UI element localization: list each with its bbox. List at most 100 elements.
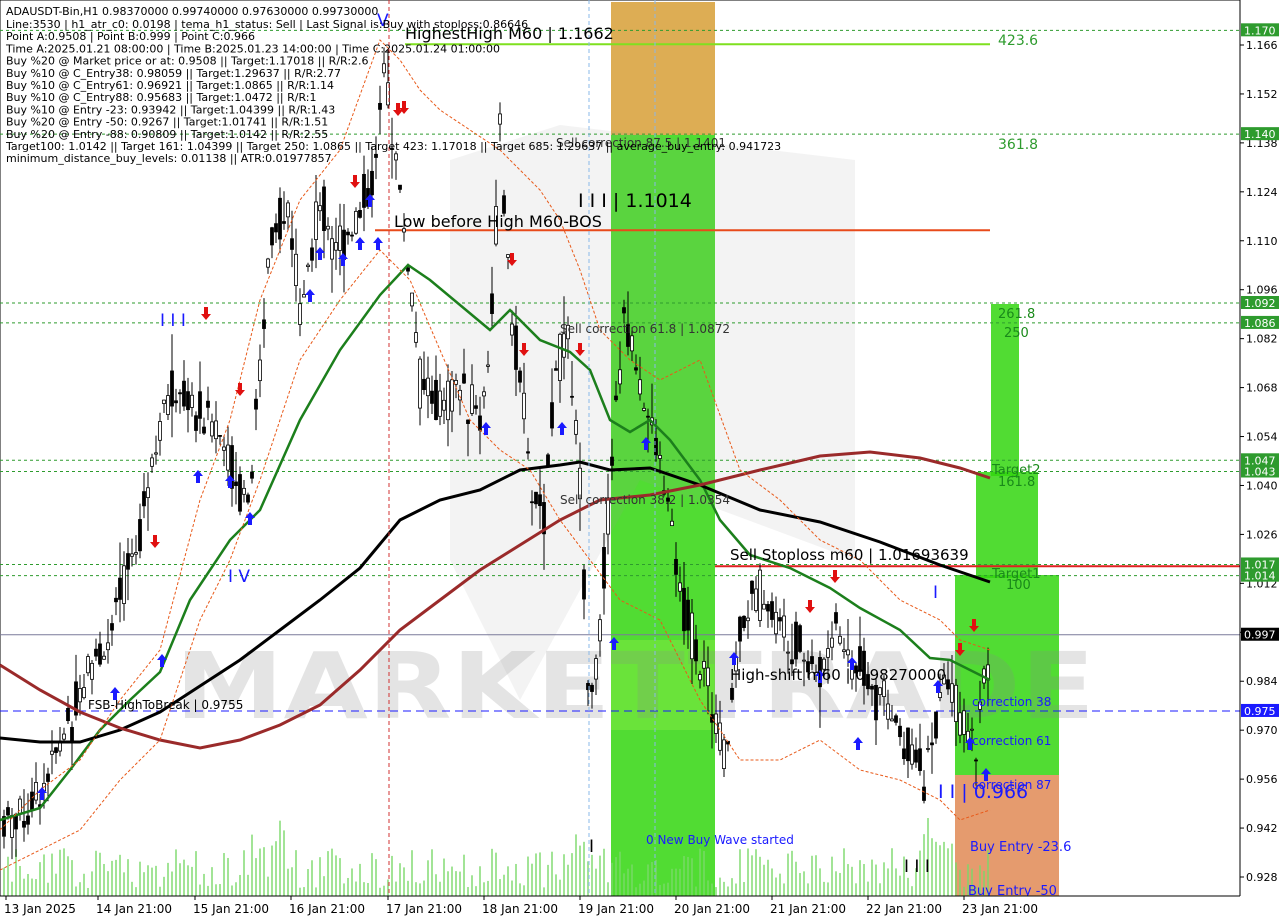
candle-body xyxy=(458,389,462,401)
volume-bar xyxy=(747,848,749,896)
candle-body xyxy=(174,400,178,404)
candle-body xyxy=(410,292,414,307)
volume-bar xyxy=(203,873,205,896)
volume-bar xyxy=(835,871,837,896)
candle-body xyxy=(686,599,690,631)
volume-bar xyxy=(819,868,821,896)
volume-bar xyxy=(95,850,97,896)
price-chart[interactable]: MARKETTRADE HighestHigh M60 | 1.1662 423… xyxy=(0,0,1280,920)
candle-body xyxy=(886,703,890,720)
volume-bar xyxy=(47,882,49,896)
candle-body xyxy=(330,238,334,260)
candle-body xyxy=(450,379,454,412)
volume-bar xyxy=(575,834,577,896)
volume-bar xyxy=(763,864,765,896)
candle-body xyxy=(398,184,402,190)
candle-body xyxy=(918,748,922,771)
volume-bar xyxy=(271,845,273,896)
candle-body xyxy=(126,553,130,570)
volume-bar xyxy=(303,887,305,896)
volume-bar xyxy=(3,867,5,896)
volume-bar xyxy=(263,847,265,896)
volume-bar xyxy=(527,856,529,896)
volume-bar xyxy=(511,880,513,896)
volume-bar xyxy=(87,887,89,896)
volume-bar xyxy=(539,852,541,896)
candle-body xyxy=(738,616,742,642)
info-line: Line:3530 | h1_atr_c0: 0.0198 | tema_h1_… xyxy=(6,18,528,31)
price-badge-label: 0.975 xyxy=(1244,705,1276,718)
candle-body xyxy=(646,415,650,418)
candle-body xyxy=(50,750,54,755)
chart-window[interactable]: MARKETTRADE HighestHigh M60 | 1.1662 423… xyxy=(0,0,1280,920)
price-tick-label: 0.942 xyxy=(1246,822,1278,835)
candle-body xyxy=(974,759,978,762)
candle-body xyxy=(446,380,450,421)
candle-body xyxy=(970,728,974,731)
time-tick-label: 18 Jan 21:00 xyxy=(482,902,558,916)
volume-bar xyxy=(35,879,37,896)
volume-bar xyxy=(411,850,413,896)
volume-bar xyxy=(771,868,773,896)
info-line: Buy %10 @ C_Entry61: 0.96921 || Target:1… xyxy=(6,79,334,92)
volume-bar xyxy=(623,873,625,896)
candle-body xyxy=(518,370,522,383)
candle-body xyxy=(134,552,138,555)
candle-body xyxy=(706,667,710,687)
volume-bar xyxy=(215,884,217,896)
volume-bar xyxy=(239,874,241,896)
candle-body xyxy=(414,332,418,343)
candle-body xyxy=(258,359,262,382)
candle-body xyxy=(654,437,658,456)
volume-bar xyxy=(463,854,465,896)
correction-61-label: correction 61 xyxy=(972,734,1051,748)
volume-bar xyxy=(59,849,61,896)
candle-body xyxy=(550,402,554,429)
volume-bar xyxy=(731,878,733,896)
volume-bar xyxy=(299,887,301,896)
volume-bar xyxy=(295,850,297,896)
candle-body xyxy=(958,712,962,736)
volume-bar xyxy=(31,878,33,896)
volume-bar xyxy=(147,865,149,896)
candle-body xyxy=(638,379,642,395)
volume-bar xyxy=(39,862,41,896)
candle-body xyxy=(310,247,314,261)
candle-body xyxy=(898,725,902,738)
price-tick-label: 1.110 xyxy=(1246,235,1278,248)
correction-38-label: correction 38 xyxy=(972,695,1051,709)
volume-bar xyxy=(911,886,913,896)
volume-bar xyxy=(699,848,701,896)
volume-bar xyxy=(63,848,65,896)
volume-bar xyxy=(415,882,417,896)
candle-body xyxy=(598,619,602,642)
volume-bar xyxy=(631,864,633,896)
candle-body xyxy=(878,687,882,695)
volume-bar xyxy=(563,854,565,896)
volume-bar xyxy=(543,887,545,896)
candle-body xyxy=(674,558,678,575)
volume-bar xyxy=(839,872,841,896)
level-1618-label: 161.8 xyxy=(998,475,1035,490)
volume-bar xyxy=(115,859,117,896)
wave-iii-left-label: I I I xyxy=(160,311,186,331)
volume-bar xyxy=(435,874,437,896)
volume-bar xyxy=(135,887,137,896)
volume-bar xyxy=(663,883,665,896)
info-line: Buy %20 @ Entry -88: 0.90809 || Target:1… xyxy=(6,128,328,141)
volume-bar xyxy=(375,859,377,896)
volume-bar xyxy=(599,855,601,896)
volume-bar xyxy=(583,841,585,896)
candle-body xyxy=(114,597,118,603)
price-tick-label: 0.984 xyxy=(1246,675,1278,688)
candle-body xyxy=(914,749,918,763)
candle-body xyxy=(678,582,682,592)
candle-body xyxy=(570,395,574,398)
candle-body xyxy=(634,367,638,371)
volume-bar xyxy=(571,853,573,896)
time-tick-label: 17 Jan 21:00 xyxy=(386,902,462,916)
volume-bar xyxy=(931,838,933,896)
candle-body xyxy=(298,303,302,325)
volume-bar xyxy=(455,871,457,896)
volume-bar xyxy=(735,883,737,896)
